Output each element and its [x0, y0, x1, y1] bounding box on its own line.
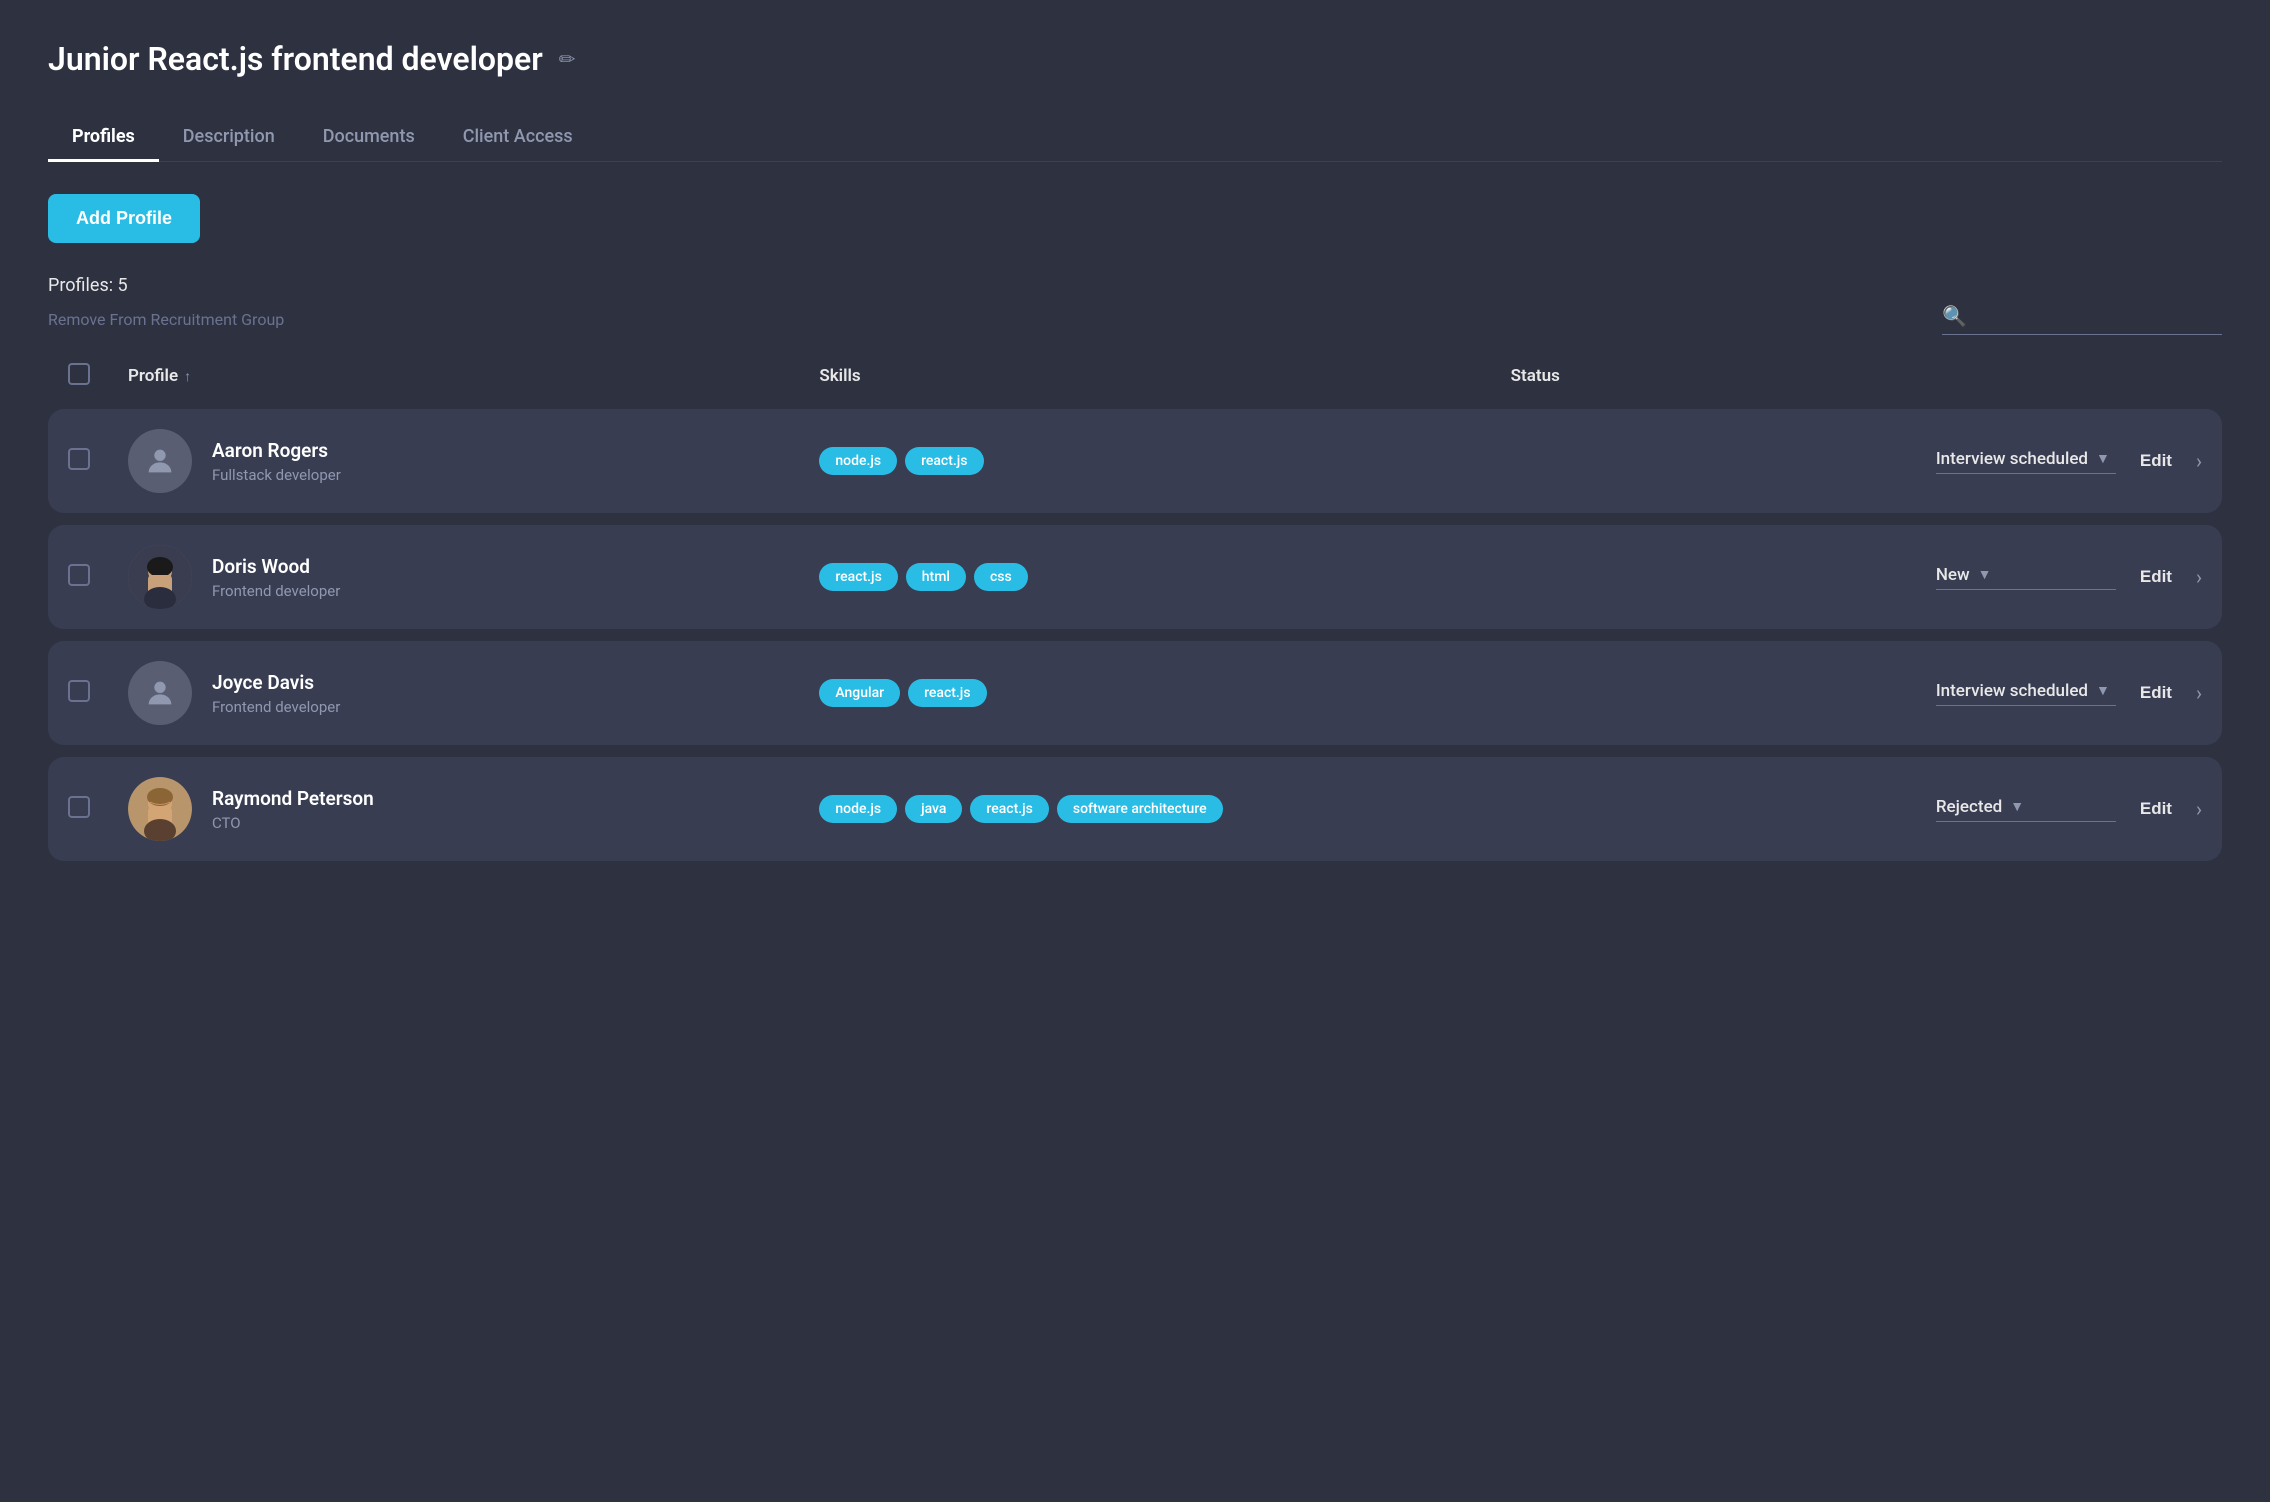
dropdown-arrow-icon: ▼: [1978, 566, 1992, 583]
profile-name: Raymond Peterson: [212, 787, 374, 810]
skill-tag: node.js: [819, 795, 897, 823]
skill-tag: react.js: [819, 563, 897, 591]
skill-tag: java: [905, 795, 962, 823]
status-dropdown[interactable]: New ▼: [1936, 565, 2116, 590]
chevron-right-icon[interactable]: ›: [2196, 565, 2202, 589]
profile-text: Joyce Davis Frontend developer: [212, 671, 340, 716]
profile-card: Raymond Peterson CTO node.js java react.js…: [48, 757, 2222, 861]
skills-cell: node.js java react.js software architecture: [819, 795, 1510, 823]
skill-tag: react.js: [970, 795, 1048, 823]
status-text: Rejected: [1936, 797, 2002, 817]
tab-profiles[interactable]: Profiles: [48, 114, 159, 162]
search-input[interactable]: [1977, 307, 2217, 325]
skills-cell: node.js react.js: [819, 447, 1510, 475]
table-header: Profile ↑ Skills Status: [48, 351, 2222, 401]
profile-info: Aaron Rogers Fullstack developer: [128, 429, 819, 493]
profiles-list: Aaron Rogers Fullstack developer node.js…: [48, 409, 2222, 861]
status-cell: New ▼ Edit ›: [1511, 565, 2202, 590]
avatar: [128, 777, 192, 841]
page-container: Junior React.js frontend developer ✏ Pro…: [48, 40, 2222, 861]
skill-tag: Angular: [819, 679, 900, 707]
avatar: [128, 545, 192, 609]
page-title: Junior React.js frontend developer: [48, 40, 543, 78]
profile-role: Frontend developer: [212, 582, 340, 600]
profile-text: Aaron Rogers Fullstack developer: [212, 439, 341, 484]
status-col-header: Status: [1511, 366, 2202, 386]
status-text: Interview scheduled: [1936, 681, 2088, 701]
search-icon: 🔍: [1942, 304, 1967, 328]
profile-col-header: Profile ↑: [128, 366, 819, 386]
tab-documents[interactable]: Documents: [299, 114, 439, 162]
profile-info: Raymond Peterson CTO: [128, 777, 819, 841]
dropdown-arrow-icon: ▼: [2096, 450, 2110, 467]
profile-role: Fullstack developer: [212, 466, 341, 484]
profile-role: Frontend developer: [212, 698, 340, 716]
chevron-right-icon[interactable]: ›: [2196, 681, 2202, 705]
edit-button[interactable]: Edit: [2140, 567, 2172, 587]
profile-checkbox[interactable]: [68, 680, 90, 702]
skills-col-header: Skills: [819, 366, 1510, 386]
select-all-checkbox[interactable]: [68, 363, 90, 385]
skill-tag: react.js: [908, 679, 986, 707]
profile-card: Joyce Davis Frontend developer Angular re…: [48, 641, 2222, 745]
checkbox-col: [68, 448, 128, 474]
edit-button[interactable]: Edit: [2140, 683, 2172, 703]
chevron-right-icon[interactable]: ›: [2196, 797, 2202, 821]
dropdown-arrow-icon: ▼: [2096, 682, 2110, 699]
profile-name: Doris Wood: [212, 555, 340, 578]
profile-name: Aaron Rogers: [212, 439, 341, 462]
sort-icon[interactable]: ↑: [184, 368, 191, 385]
skills-cell: Angular react.js: [819, 679, 1510, 707]
tab-description[interactable]: Description: [159, 114, 299, 162]
profile-text: Doris Wood Frontend developer: [212, 555, 340, 600]
status-dropdown[interactable]: Interview scheduled ▼: [1936, 449, 2116, 474]
profile-card: Doris Wood Frontend developer react.js ht…: [48, 525, 2222, 629]
status-cell: Rejected ▼ Edit ›: [1511, 797, 2202, 822]
profile-info: Joyce Davis Frontend developer: [128, 661, 819, 725]
dropdown-arrow-icon: ▼: [2010, 798, 2024, 815]
title-row: Junior React.js frontend developer ✏: [48, 40, 2222, 78]
skills-cell: react.js htmlcss: [819, 563, 1510, 591]
edit-button[interactable]: Edit: [2140, 799, 2172, 819]
profile-checkbox[interactable]: [68, 796, 90, 818]
checkbox-col: [68, 796, 128, 822]
skill-tag: react.js: [905, 447, 983, 475]
profile-info: Doris Wood Frontend developer: [128, 545, 819, 609]
avatar: [128, 661, 192, 725]
profile-card: Aaron Rogers Fullstack developer node.js…: [48, 409, 2222, 513]
profile-checkbox[interactable]: [68, 564, 90, 586]
chevron-right-icon[interactable]: ›: [2196, 449, 2202, 473]
avatar: [128, 429, 192, 493]
checkbox-col: [68, 680, 128, 706]
status-cell: Interview scheduled ▼ Edit ›: [1511, 681, 2202, 706]
skill-tag: html: [906, 563, 966, 591]
checkbox-col: [68, 564, 128, 590]
skill-tag: software architecture: [1057, 795, 1223, 823]
profiles-count: Profiles: 5: [48, 275, 2222, 296]
profile-checkbox[interactable]: [68, 448, 90, 470]
status-dropdown[interactable]: Interview scheduled ▼: [1936, 681, 2116, 706]
profile-name: Joyce Davis: [212, 671, 340, 694]
status-text: New: [1936, 565, 1970, 585]
skill-tag: css: [974, 563, 1028, 591]
tabs-nav: Profiles Description Documents Client Ac…: [48, 114, 2222, 162]
edit-button[interactable]: Edit: [2140, 451, 2172, 471]
status-text: Interview scheduled: [1936, 449, 2088, 469]
add-profile-button[interactable]: Add Profile: [48, 194, 200, 243]
tab-client-access[interactable]: Client Access: [439, 114, 597, 162]
status-dropdown[interactable]: Rejected ▼: [1936, 797, 2116, 822]
table-toolbar: Remove From Recruitment Group 🔍: [48, 304, 2222, 335]
status-cell: Interview scheduled ▼ Edit ›: [1511, 449, 2202, 474]
skill-tag: node.js: [819, 447, 897, 475]
title-edit-icon[interactable]: ✏: [559, 47, 576, 71]
profile-role: CTO: [212, 814, 374, 832]
checkbox-header-col: [68, 363, 128, 389]
remove-from-group-text[interactable]: Remove From Recruitment Group: [48, 310, 284, 329]
search-box: 🔍: [1942, 304, 2222, 335]
profile-text: Raymond Peterson CTO: [212, 787, 374, 832]
